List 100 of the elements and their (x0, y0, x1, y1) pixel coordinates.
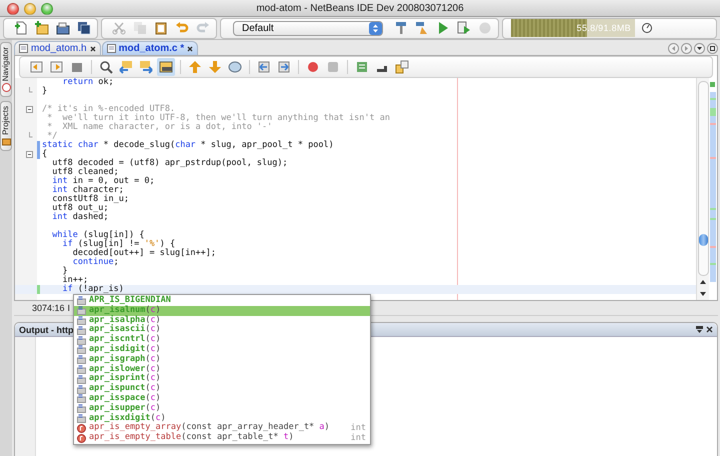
down-arrow-icon[interactable] (699, 290, 707, 298)
run-icon (436, 21, 450, 35)
find-previous-button[interactable] (117, 58, 135, 76)
debug-icon (457, 21, 471, 35)
completion-item[interactable]: apr_isgraph(c) (74, 354, 370, 365)
code-line: continue; (72, 258, 119, 267)
code-line: int character; (51, 186, 124, 195)
document-list-button[interactable] (694, 42, 705, 54)
close-button[interactable] (7, 3, 19, 15)
diff-icon (395, 60, 409, 74)
dropdown-arrows-icon (369, 22, 382, 34)
completion-item[interactable]: apr_isprint(c) (74, 374, 370, 384)
open-project-icon (56, 21, 70, 35)
side-tab[interactable]: Projects (0, 101, 12, 152)
macro-icon (77, 306, 86, 316)
save-all-icon (77, 21, 91, 35)
cut-icon (112, 21, 126, 35)
paste-icon (154, 21, 168, 35)
code-line: * we'll turn it into UTF-8, then we'll turn anything that isn't an (46, 114, 390, 123)
code-line: /* it's in %-encoded UTF8. (42, 105, 176, 114)
macro-icon (77, 384, 86, 394)
code-line: * XML name character, or is a dot, into '-' (46, 123, 272, 132)
fold-icon (26, 105, 32, 114)
find-next-icon (139, 60, 153, 74)
completion-item[interactable]: apr_isalnum(c) (74, 306, 370, 316)
minimize-icon[interactable] (696, 326, 703, 333)
side-tab[interactable]: Navigator (0, 42, 12, 98)
macro-icon (77, 364, 86, 374)
forward-icon (50, 60, 64, 74)
macro-icon (77, 394, 86, 404)
completion-item[interactable]: apr_isspace(c) (74, 394, 370, 404)
window-title: mod-atom - NetBeans IDE Dev 200803071206 (256, 2, 464, 14)
caret-position: 3074:16 (32, 303, 65, 313)
completion-item[interactable]: apr_isalpha(c) (74, 316, 370, 326)
up-arrow-icon[interactable] (699, 278, 707, 286)
completion-item[interactable]: apr_iscntrl(c) (74, 335, 370, 345)
find-next-button[interactable] (137, 58, 155, 76)
save-all-button[interactable] (75, 19, 93, 37)
right-arrow-icon (684, 46, 689, 50)
completion-item[interactable]: apr_is_empty_table(const apr_table_t* t) int (74, 433, 370, 443)
file-icon (19, 44, 28, 53)
code-line: utf8 decoded = (utf8) apr_pstrdup(pool, slug); (51, 159, 288, 168)
stop-icon (326, 60, 340, 74)
square-icon (710, 46, 715, 50)
completion-item[interactable]: apr_isxdigit(c) (74, 414, 370, 424)
close-icon[interactable] (706, 326, 713, 333)
code-line: if (slug[in] != '%') { (61, 240, 176, 249)
completion-item[interactable]: apr_ispunct(c) (74, 384, 370, 394)
macro-icon (77, 374, 86, 384)
close-icon[interactable] (90, 46, 96, 52)
minimize-button[interactable] (24, 3, 36, 15)
completion-item[interactable]: apr_isupper(c) (74, 404, 370, 414)
scroll-thumb[interactable] (698, 234, 708, 246)
code-line: while (slug[in]) { (51, 231, 144, 240)
find-previous-icon (119, 60, 133, 74)
undo-icon (175, 21, 189, 35)
bookmark-previous-icon (188, 60, 202, 74)
gauge-icon (641, 22, 653, 34)
code-line: static char * decode_slug(char * slug, apr_pool_t * pool) (42, 141, 334, 150)
completion-item[interactable]: APR_IS_BIGENDIAN (74, 296, 370, 306)
code-line: constUtf8 in_u; (51, 195, 129, 204)
shift-left-icon (257, 60, 271, 74)
maximize-button[interactable] (707, 42, 718, 54)
macro-icon (77, 316, 86, 325)
comment-icon (355, 60, 369, 74)
macro-icon (77, 414, 86, 423)
configuration-dropdown[interactable]: Default (233, 20, 383, 36)
insert-mode: I (68, 303, 70, 313)
new-file-icon (14, 21, 28, 35)
code-line: */ (47, 132, 58, 141)
highlight-button[interactable] (157, 58, 175, 76)
shift-right-icon (277, 60, 291, 74)
completion-item[interactable]: apr_islower(c) (74, 364, 370, 374)
redo-icon (196, 21, 210, 35)
editor-tab[interactable]: mod_atom.h (14, 41, 101, 55)
completion-item[interactable]: apr_isascii(c) (74, 325, 370, 336)
zoom-button[interactable] (41, 3, 53, 15)
function-icon (77, 424, 86, 433)
scroll-left-button[interactable] (668, 42, 679, 54)
down-arrow-icon (697, 46, 702, 50)
output-title[interactable]: Output - http (19, 324, 74, 334)
diff-button[interactable] (393, 58, 411, 76)
vertical-scrollbar[interactable] (696, 78, 709, 300)
code-line: } (42, 87, 48, 96)
new-project-button[interactable] (33, 19, 51, 37)
code-line: int dashed; (51, 213, 109, 222)
completion-item[interactable]: apr_isdigit(c) (74, 344, 370, 355)
macro-icon (77, 404, 86, 414)
close-icon[interactable] (187, 46, 194, 52)
code-line: } (61, 267, 68, 276)
bookmark-toggle-icon (228, 60, 242, 74)
copy-icon (133, 21, 147, 35)
code-line: in++; (61, 276, 88, 285)
completion-item[interactable]: apr_is_empty_array(const apr_array_header_t* a) int (74, 423, 370, 434)
code-line: utf8 cleaned; (51, 168, 119, 177)
find-icon (99, 60, 113, 74)
back-icon (30, 60, 44, 74)
editor-tab[interactable]: mod_atom.c * (102, 41, 198, 55)
code-line: if (!apr_is) (61, 285, 124, 294)
fold-icon (26, 150, 32, 159)
